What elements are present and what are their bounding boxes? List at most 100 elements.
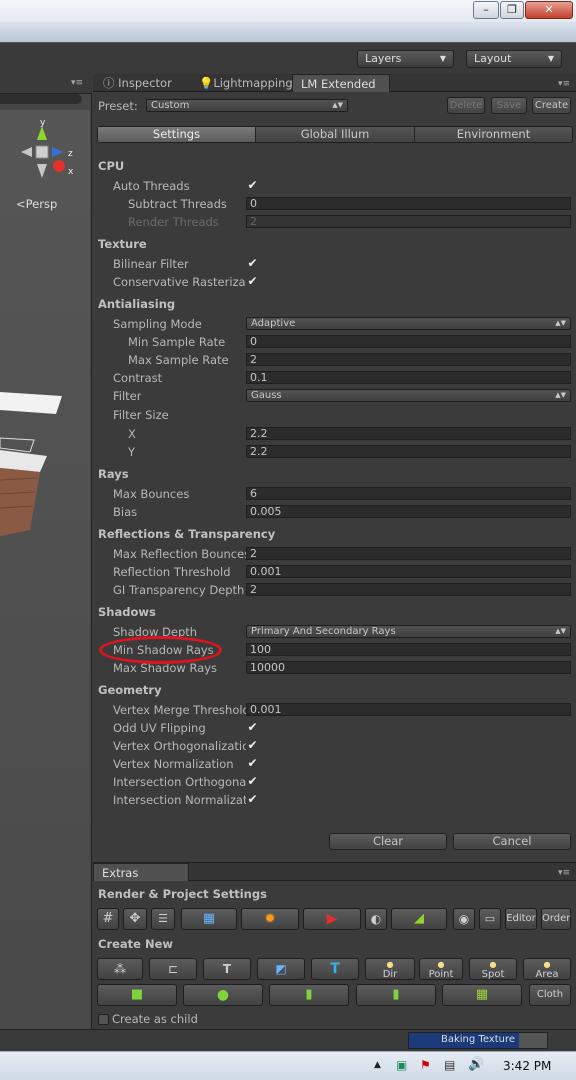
preset-delete-button[interactable]: Delete [447, 97, 485, 114]
spot-light-button[interactable]: ● Spot [469, 958, 517, 980]
scene-search-field[interactable] [0, 94, 82, 104]
camera-icon[interactable]: ⊏ [149, 958, 197, 980]
play-record-icon[interactable]: ▶ [303, 908, 361, 930]
min-sample-rate-field[interactable]: 0 [246, 335, 571, 348]
bias-field[interactable]: 0.005 [246, 505, 571, 518]
terrain-tool-icon[interactable]: ◢ [391, 908, 447, 930]
vertex-orthogonalization-checkbox[interactable]: ✔ [246, 739, 259, 752]
reflection-threshold-field[interactable]: 0.001 [246, 565, 571, 578]
max-reflection-bounces-field[interactable]: 2 [246, 547, 571, 560]
contrast-field[interactable]: 0.1 [246, 371, 571, 384]
close-button[interactable]: ✕ [525, 1, 573, 19]
gizmo-center-cube[interactable] [35, 145, 49, 159]
cloth-button[interactable]: Cloth [529, 984, 571, 1006]
capsule-icon[interactable]: ▮ [269, 984, 349, 1006]
sphere-icon[interactable]: ● [183, 984, 263, 1006]
orientation-gizmo[interactable]: y z x [10, 116, 80, 196]
sampling-mode-value: Adaptive [251, 318, 296, 329]
sampling-mode-label: Sampling Mode [113, 317, 202, 331]
min-sample-rate-label: Min Sample Rate [128, 335, 226, 349]
panel-menu-icon[interactable]: ▾≡ [71, 78, 83, 88]
clear-button[interactable]: Clear [329, 833, 447, 850]
axis-neg-x-cone[interactable] [21, 147, 32, 157]
max-bounces-field[interactable]: 6 [246, 487, 571, 500]
cylinder-icon[interactable]: ▮ [356, 984, 436, 1006]
tab-lightmapping[interactable]: 💡Lightmapping [191, 74, 301, 92]
hierarchy-list-icon[interactable]: ☰ [151, 908, 175, 930]
plane-icon[interactable]: ▦ [442, 984, 522, 1006]
cube-icon[interactable]: ■ [97, 984, 177, 1006]
area-light-button[interactable]: ● Area [523, 958, 571, 980]
tray-app-icon[interactable]: ▣ [396, 1058, 407, 1072]
intersection-normalization-label: Intersection Normalizat [113, 793, 246, 807]
create-as-child-checkbox[interactable] [98, 1014, 109, 1025]
segment-environment[interactable]: Environment [415, 127, 572, 142]
tab-inspector[interactable]: ⓘ Inspector [95, 74, 180, 92]
scene-object[interactable] [0, 380, 90, 550]
trash-icon[interactable]: ▭ [479, 908, 501, 930]
gui-texture-icon[interactable]: ◩ [257, 958, 305, 980]
highlight-circle-annotation [99, 636, 222, 664]
filter-y-field[interactable]: 2.2 [246, 445, 571, 458]
min-shadow-rays-field[interactable]: 100 [246, 643, 571, 656]
network-icon[interactable]: ▤ [444, 1058, 455, 1072]
filter-dropdown[interactable]: Gauss ▲▼ [246, 389, 571, 402]
maximize-button[interactable]: ❐ [500, 1, 524, 19]
pacman-icon[interactable]: ◐ [365, 908, 387, 930]
intersection-normalization-checkbox[interactable]: ✔ [246, 793, 259, 806]
layers-dropdown[interactable]: Layers ▼ [357, 50, 454, 68]
intersection-orthogonalization-checkbox[interactable]: ✔ [246, 775, 259, 788]
preset-create-button[interactable]: Create [532, 97, 571, 114]
vertex-normalization-checkbox[interactable]: ✔ [246, 757, 259, 770]
tab-lm-extended[interactable]: LM Extended [292, 74, 390, 92]
grid-icon[interactable]: # [97, 908, 119, 930]
volume-icon[interactable]: 🔊 [468, 1057, 484, 1072]
vertex-merge-threshold-field[interactable]: 0.001 [246, 703, 571, 716]
auto-threads-checkbox[interactable]: ✔ [246, 179, 259, 192]
axis-z-cone[interactable] [52, 147, 63, 157]
scene-viewport[interactable]: y z x <Persp [0, 110, 90, 1028]
cancel-button[interactable]: Cancel [453, 833, 571, 850]
axis-neg-y-cone[interactable] [37, 164, 47, 178]
axis-y-cone[interactable] [37, 126, 47, 140]
axis-x-cone[interactable] [53, 160, 65, 172]
preset-save-button[interactable]: Save [491, 97, 527, 114]
preset-dropdown[interactable]: Custom ▲▼ [146, 99, 348, 112]
3d-text-icon[interactable]: T [311, 958, 359, 980]
point-light-button[interactable]: ● Point [419, 958, 463, 980]
show-hidden-icons-icon[interactable]: ▲ [374, 1060, 381, 1070]
segment-settings[interactable]: Settings [98, 127, 256, 142]
sampling-mode-dropdown[interactable]: Adaptive ▲▼ [246, 317, 571, 330]
bilinear-filter-checkbox[interactable]: ✔ [246, 257, 259, 270]
minimize-button[interactable]: – [473, 1, 499, 19]
filter-x-field[interactable]: 2.2 [246, 427, 571, 440]
action-center-icon[interactable]: ⚑ [420, 1058, 431, 1072]
editor-button[interactable]: Editor [505, 908, 537, 930]
max-shadow-rays-field[interactable]: 10000 [246, 661, 571, 674]
particles-icon[interactable]: ⁂ [97, 958, 143, 980]
max-sample-rate-field[interactable]: 2 [246, 353, 571, 366]
clock-time[interactable]: 3:42 PM [503, 1059, 551, 1073]
panel-menu-icon[interactable]: ▾≡ [558, 868, 570, 878]
panel-menu-icon[interactable]: ▾≡ [558, 79, 570, 89]
segment-global-illum[interactable]: Global Illum [256, 127, 415, 142]
eye-icon[interactable]: ◉ [453, 908, 475, 930]
render-settings-icon[interactable]: ▦ [181, 908, 237, 930]
tab-extras[interactable]: Extras [93, 863, 189, 881]
order-button[interactable]: Order [541, 908, 571, 930]
conservative-raster-checkbox[interactable]: ✔ [246, 275, 259, 288]
object-wireframe [0, 437, 35, 453]
chevron-down-icon: ▼ [547, 54, 554, 63]
gi-transparency-depth-field[interactable]: 2 [246, 583, 571, 596]
subtract-threads-field[interactable]: 0 [246, 197, 571, 210]
odd-uv-flipping-checkbox[interactable]: ✔ [246, 721, 259, 734]
directional-light-button[interactable]: ● Dir [365, 958, 415, 980]
move-tool-icon[interactable]: ✥ [123, 908, 147, 930]
quality-settings-icon[interactable]: ✹ [241, 908, 299, 930]
odd-uv-flipping-label: Odd UV Flipping [113, 721, 206, 735]
gui-text-icon[interactable]: T [203, 958, 251, 980]
shadow-depth-dropdown[interactable]: Primary And Secondary Rays ▲▼ [246, 625, 571, 638]
conservative-raster-label: Conservative Rasteriza [113, 275, 246, 289]
persp-label[interactable]: <Persp [16, 197, 57, 211]
layout-dropdown[interactable]: Layout ▼ [466, 50, 562, 68]
